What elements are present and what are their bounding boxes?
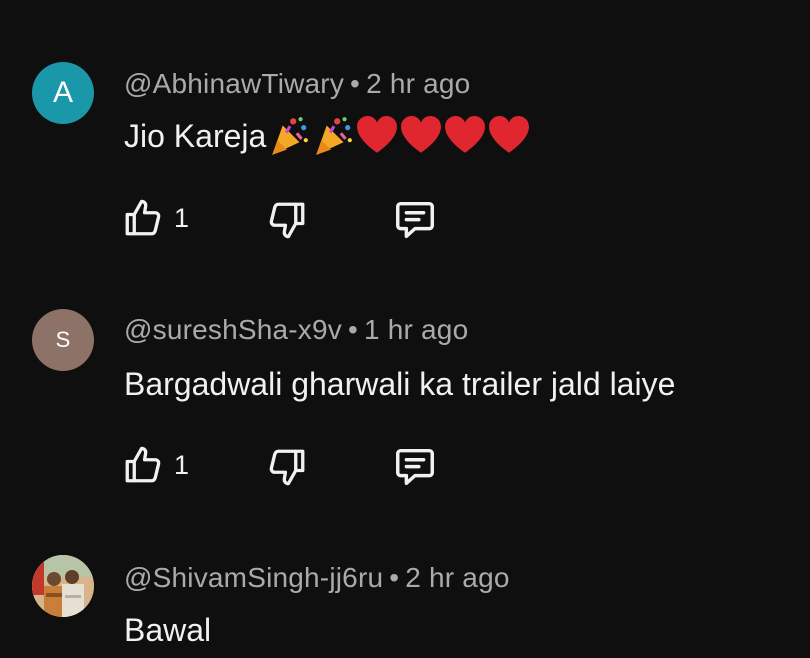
party-popper-icon [272,117,309,155]
comment-text-body: Bargadwali gharwali ka trailer jald laiy… [124,365,676,402]
like-count: 1 [174,202,190,233]
comment-text: Bargadwali gharwali ka trailer jald laiy… [124,362,675,406]
comment-time: 2 hr ago [405,562,510,593]
party-popper-icon [316,117,353,155]
avatar-letter: A [52,76,73,109]
dislike-button[interactable] [266,197,308,243]
meta-separator: • [347,314,358,345]
red-heart-icon [357,116,398,153]
thumbs-down-icon [269,449,305,486]
comment-author[interactable]: @AbhinawTiwary [124,68,344,99]
comment-time: 2 hr ago [366,68,471,99]
like-button[interactable]: 1 [122,442,189,488]
comment-text: Bawal [124,608,211,652]
comment-text-body: Bawal [124,611,212,648]
comment-item: @ShivamSingh-jj6ru • 2 hr ago Bawal [0,530,810,658]
avatar-letter: S [55,327,71,352]
reply-button[interactable] [392,444,438,490]
meta-separator: • [350,68,361,99]
comment-actions: 1 [0,442,810,492]
comment-meta: @ShivamSingh-jj6ru • 2 hr ago [124,562,510,594]
comment-meta: @sureshSha-x9v • 1 hr ago [124,314,468,346]
emoji-row [268,115,532,157]
comments-screen: A @AbhinawTiwary • 2 hr ago Jio Kareja 1… [0,0,810,658]
reply-icon [396,448,434,486]
comment-time: 1 hr ago [364,314,469,345]
avatar-photo[interactable] [32,555,94,617]
red-heart-icon [489,116,530,153]
thumbs-down-icon [269,202,305,239]
comment-item: S @sureshSha-x9v • 1 hr ago Bargadwali gha… [0,270,810,530]
dislike-button[interactable] [266,444,308,490]
avatar[interactable]: S [32,309,94,371]
comment-author[interactable]: @sureshSha-x9v [124,314,342,345]
avatar-photo-image [32,555,94,617]
like-count: 1 [174,449,190,480]
thumbs-up-icon [125,199,161,236]
comment-meta: @AbhinawTiwary • 2 hr ago [124,68,470,100]
avatar[interactable]: A [32,62,94,124]
comment-actions: 1 [0,195,810,245]
comment-text: Jio Kareja [124,114,532,158]
reply-icon [396,201,434,239]
like-button[interactable]: 1 [122,195,189,241]
comment-text-body: Jio Kareja [124,117,267,154]
thumbs-up-icon [125,446,161,483]
comment-item: A @AbhinawTiwary • 2 hr ago Jio Kareja 1 [0,0,810,270]
reply-button[interactable] [392,197,438,243]
red-heart-icon [445,116,486,153]
comment-author[interactable]: @ShivamSingh-jj6ru [124,562,383,593]
meta-separator: • [389,562,400,593]
red-heart-icon [401,116,442,153]
